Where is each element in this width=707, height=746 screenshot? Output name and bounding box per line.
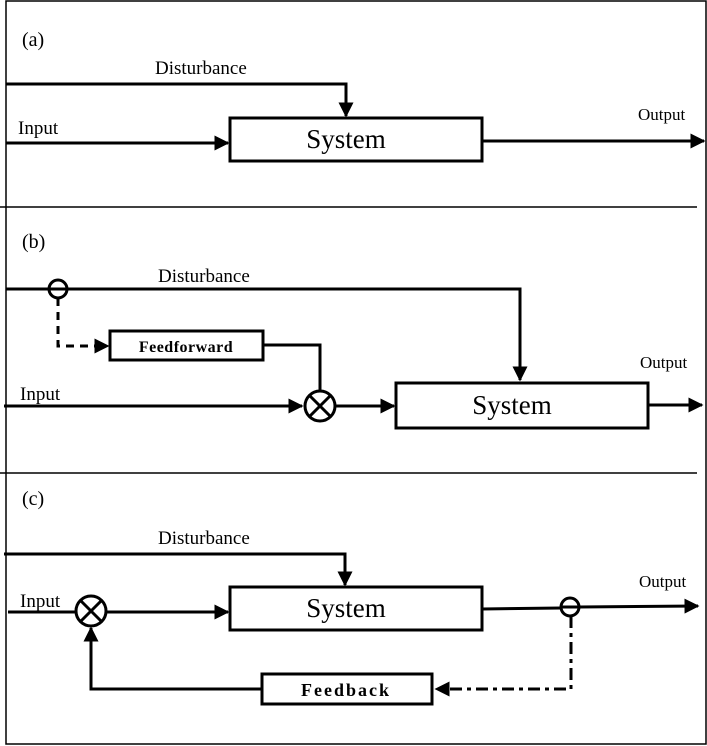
panel-label: (b): [22, 231, 45, 253]
disturbance-arrow: [6, 82, 354, 118]
system-label: System: [472, 390, 552, 420]
disturbance-label: Disturbance: [158, 266, 250, 287]
output-label: Output: [638, 105, 686, 124]
output-label: Output: [639, 572, 687, 591]
input-label: Input: [18, 118, 59, 139]
summing-junction-icon: [303, 389, 337, 423]
panel-label: (c): [22, 488, 44, 510]
summing-junction-icon: [74, 594, 108, 628]
panel-b: (b) Disturbance Feedforward Input System…: [4, 231, 704, 430]
disturbance-label: Disturbance: [158, 528, 250, 549]
system-output-line: [481, 606, 562, 611]
feedforward-label: Feedforward: [139, 339, 233, 356]
feedback-label: Feedback: [301, 680, 391, 700]
output-label: Output: [640, 353, 688, 372]
output-arrow: [578, 598, 700, 614]
input-label: Input: [20, 591, 61, 612]
feedforward-output-line: [263, 343, 322, 391]
disturbance-arrow: [4, 552, 353, 587]
feedforward-signal-arrow: [56, 298, 110, 354]
system-label: System: [306, 593, 386, 623]
input-label: Input: [20, 384, 61, 405]
feedback-return-arrow: [83, 626, 262, 691]
system-label: System: [306, 124, 386, 154]
panel-a: (a) Disturbance Input System Output: [6, 29, 706, 163]
panel-c: (c) Disturbance Input System Output Feed…: [4, 488, 700, 706]
panel-label: (a): [22, 29, 44, 51]
control-diagram: (a) Disturbance Input System Output (b) …: [0, 0, 707, 745]
figure-frame: [5, 0, 707, 745]
disturbance-label: Disturbance: [155, 58, 247, 79]
